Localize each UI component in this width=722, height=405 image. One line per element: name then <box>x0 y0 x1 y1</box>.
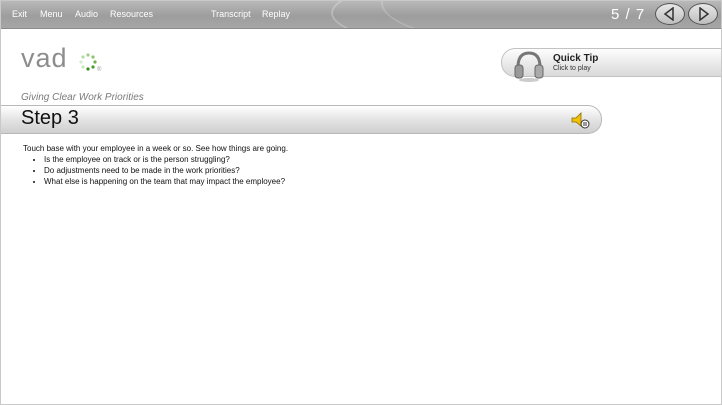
top-nav-bar: Exit Menu Audio Resources Transcript Rep… <box>1 1 721 29</box>
headphones-icon <box>514 51 544 82</box>
content-bullet-list: Is the employee on track or is the perso… <box>23 154 288 187</box>
nav-transcript[interactable]: Transcript <box>211 9 251 19</box>
next-button[interactable] <box>688 3 718 25</box>
step-content: Touch base with your employee in a week … <box>23 143 288 187</box>
nav-exit[interactable]: Exit <box>12 9 27 19</box>
nav-resources[interactable]: Resources <box>110 9 153 19</box>
app-frame: Exit Menu Audio Resources Transcript Rep… <box>0 0 722 405</box>
nav-audio[interactable]: Audio <box>75 9 98 19</box>
speaker-icon[interactable] <box>571 111 591 129</box>
vado-logo-o <box>79 53 97 71</box>
content-intro: Touch base with your employee in a week … <box>23 144 289 153</box>
prev-button[interactable] <box>655 3 685 25</box>
step-title: Step 3 <box>21 107 79 129</box>
list-item: Is the employee on track or is the perso… <box>44 154 288 165</box>
list-item: Do adjustments need to be made in the wo… <box>44 165 288 176</box>
vado-logo-text: vad <box>21 43 68 73</box>
chevron-left-icon <box>663 7 674 21</box>
list-item: What else is happening on the team that … <box>44 176 288 187</box>
quick-tip-subtitle: Click to play <box>553 65 591 72</box>
quick-tip-title: Quick Tip <box>553 53 599 64</box>
nav-replay[interactable]: Replay <box>262 9 290 19</box>
chevron-right-icon <box>699 7 710 21</box>
page-counter: 5 / 7 <box>611 6 646 23</box>
nav-menu[interactable]: Menu <box>40 9 63 19</box>
step-header-bar <box>1 105 602 134</box>
course-title: Giving Clear Work Priorities <box>21 92 144 103</box>
registered-mark: ® <box>97 67 102 73</box>
